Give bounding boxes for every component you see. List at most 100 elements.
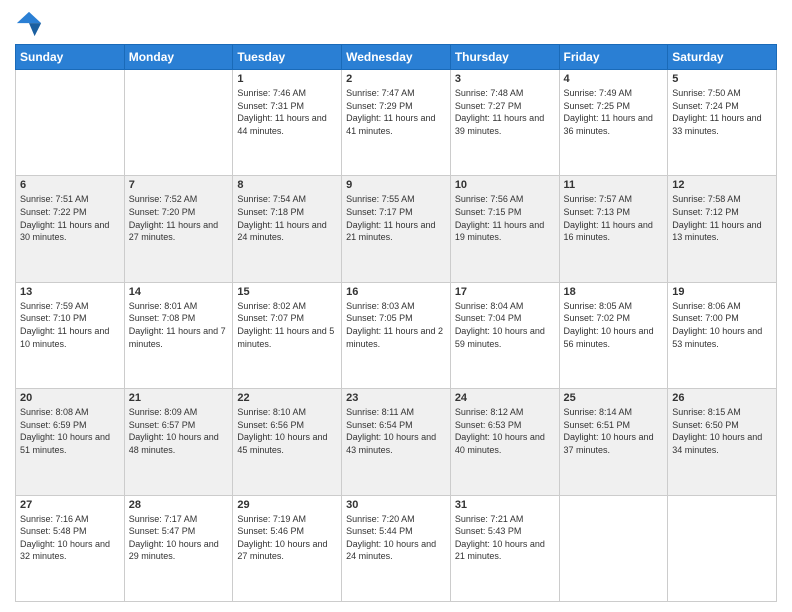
day-info: Sunrise: 7:49 AM Sunset: 7:25 PM Dayligh… [564,87,664,137]
calendar-cell: 3 Sunrise: 7:48 AM Sunset: 7:27 PM Daylig… [450,70,559,176]
day-number: 27 [20,499,120,511]
day-number: 14 [129,286,229,298]
day-info: Sunrise: 8:09 AM Sunset: 6:57 PM Dayligh… [129,406,229,456]
calendar-cell: 19 Sunrise: 8:06 AM Sunset: 7:00 PM Dayli… [668,282,777,388]
day-info: Sunrise: 8:14 AM Sunset: 6:51 PM Dayligh… [564,406,664,456]
calendar-cell: 4 Sunrise: 7:49 AM Sunset: 7:25 PM Daylig… [559,70,668,176]
day-info: Sunrise: 8:05 AM Sunset: 7:02 PM Dayligh… [564,300,664,350]
day-info: Sunrise: 8:15 AM Sunset: 6:50 PM Dayligh… [672,406,772,456]
weekday-header: Thursday [450,45,559,70]
calendar-cell: 12Sunrise: 7:58 AM Sunset: 7:12 PM Dayli… [668,176,777,282]
day-number: 8 [237,179,337,191]
day-info: Sunrise: 7:47 AM Sunset: 7:29 PM Dayligh… [346,87,446,137]
day-info: Sunrise: 8:02 AM Sunset: 7:07 PM Dayligh… [237,300,337,350]
day-info: Sunrise: 7:48 AM Sunset: 7:27 PM Dayligh… [455,87,555,137]
day-info: Sunrise: 7:59 AM Sunset: 7:10 PM Dayligh… [20,300,120,350]
day-info: Sunrise: 7:58 AM Sunset: 7:12 PM Dayligh… [672,193,772,243]
calendar-cell: 30 Sunrise: 7:20 AM Sunset: 5:44 PM Dayli… [342,495,451,601]
weekday-header: Tuesday [233,45,342,70]
calendar-cell: 15Sunrise: 8:02 AM Sunset: 7:07 PM Dayli… [233,282,342,388]
calendar-cell: 7 Sunrise: 7:52 AM Sunset: 7:20 PM Daylig… [124,176,233,282]
calendar-cell: 16 Sunrise: 8:03 AM Sunset: 7:05 PM Dayli… [342,282,451,388]
day-number: 23 [346,392,446,404]
logo [15,10,47,38]
day-info: Sunrise: 7:50 AM Sunset: 7:24 PM Dayligh… [672,87,772,137]
calendar-cell [124,70,233,176]
weekday-header: Sunday [16,45,125,70]
day-number: 28 [129,499,229,511]
day-number: 5 [672,73,772,85]
calendar-cell: 20Sunrise: 8:08 AM Sunset: 6:59 PM Dayli… [16,389,125,495]
calendar-week: 1 Sunrise: 7:46 AM Sunset: 7:31 PM Daylig… [16,70,777,176]
calendar-cell: 5 Sunrise: 7:50 AM Sunset: 7:24 PM Daylig… [668,70,777,176]
calendar-cell: 11Sunrise: 7:57 AM Sunset: 7:13 PM Dayli… [559,176,668,282]
calendar-cell: 22Sunrise: 8:10 AM Sunset: 6:56 PM Dayli… [233,389,342,495]
day-number: 6 [20,179,120,191]
day-info: Sunrise: 8:01 AM Sunset: 7:08 PM Dayligh… [129,300,229,350]
day-number: 3 [455,73,555,85]
day-info: Sunrise: 7:20 AM Sunset: 5:44 PM Dayligh… [346,513,446,563]
day-info: Sunrise: 7:51 AM Sunset: 7:22 PM Dayligh… [20,193,120,243]
day-info: Sunrise: 7:17 AM Sunset: 5:47 PM Dayligh… [129,513,229,563]
day-number: 20 [20,392,120,404]
calendar-cell: 31 Sunrise: 7:21 AM Sunset: 5:43 PM Dayli… [450,495,559,601]
day-number: 13 [20,286,120,298]
day-info: Sunrise: 7:57 AM Sunset: 7:13 PM Dayligh… [564,193,664,243]
calendar-week: 27Sunrise: 7:16 AM Sunset: 5:48 PM Dayli… [16,495,777,601]
day-number: 25 [564,392,664,404]
calendar-cell: 6 Sunrise: 7:51 AM Sunset: 7:22 PM Daylig… [16,176,125,282]
calendar-cell: 25 Sunrise: 8:14 AM Sunset: 6:51 PM Dayli… [559,389,668,495]
weekday-header: Wednesday [342,45,451,70]
calendar-cell: 14 Sunrise: 8:01 AM Sunset: 7:08 PM Dayli… [124,282,233,388]
calendar-cell [559,495,668,601]
calendar: SundayMondayTuesdayWednesdayThursdayFrid… [15,44,777,602]
calendar-cell: 21 Sunrise: 8:09 AM Sunset: 6:57 PM Dayli… [124,389,233,495]
day-number: 7 [129,179,229,191]
day-number: 18 [564,286,664,298]
day-info: Sunrise: 7:46 AM Sunset: 7:31 PM Dayligh… [237,87,337,137]
logo-icon [15,10,43,38]
day-number: 2 [346,73,446,85]
day-info: Sunrise: 8:10 AM Sunset: 6:56 PM Dayligh… [237,406,337,456]
day-info: Sunrise: 7:19 AM Sunset: 5:46 PM Dayligh… [237,513,337,563]
day-number: 29 [237,499,337,511]
day-number: 9 [346,179,446,191]
day-info: Sunrise: 7:55 AM Sunset: 7:17 PM Dayligh… [346,193,446,243]
calendar-cell: 8 Sunrise: 7:54 AM Sunset: 7:18 PM Daylig… [233,176,342,282]
calendar-cell [16,70,125,176]
day-number: 21 [129,392,229,404]
calendar-cell: 18 Sunrise: 8:05 AM Sunset: 7:02 PM Dayli… [559,282,668,388]
calendar-cell: 27Sunrise: 7:16 AM Sunset: 5:48 PM Dayli… [16,495,125,601]
calendar-cell: 1 Sunrise: 7:46 AM Sunset: 7:31 PM Daylig… [233,70,342,176]
day-info: Sunrise: 7:21 AM Sunset: 5:43 PM Dayligh… [455,513,555,563]
calendar-cell: 9 Sunrise: 7:55 AM Sunset: 7:17 PM Daylig… [342,176,451,282]
calendar-cell: 10 Sunrise: 7:56 AM Sunset: 7:15 PM Dayli… [450,176,559,282]
day-number: 24 [455,392,555,404]
day-info: Sunrise: 8:03 AM Sunset: 7:05 PM Dayligh… [346,300,446,350]
header [15,10,777,38]
weekday-header: Friday [559,45,668,70]
weekday-header: Monday [124,45,233,70]
calendar-cell [668,495,777,601]
calendar-cell: 28 Sunrise: 7:17 AM Sunset: 5:47 PM Dayli… [124,495,233,601]
day-number: 1 [237,73,337,85]
day-number: 4 [564,73,664,85]
day-info: Sunrise: 7:52 AM Sunset: 7:20 PM Dayligh… [129,193,229,243]
calendar-cell: 2 Sunrise: 7:47 AM Sunset: 7:29 PM Daylig… [342,70,451,176]
weekday-header: Saturday [668,45,777,70]
day-number: 30 [346,499,446,511]
day-number: 16 [346,286,446,298]
day-info: Sunrise: 8:11 AM Sunset: 6:54 PM Dayligh… [346,406,446,456]
day-number: 10 [455,179,555,191]
calendar-week: 13 Sunrise: 7:59 AM Sunset: 7:10 PM Dayli… [16,282,777,388]
day-info: Sunrise: 7:54 AM Sunset: 7:18 PM Dayligh… [237,193,337,243]
day-number: 17 [455,286,555,298]
day-info: Sunrise: 8:06 AM Sunset: 7:00 PM Dayligh… [672,300,772,350]
page: SundayMondayTuesdayWednesdayThursdayFrid… [0,0,792,612]
day-info: Sunrise: 7:56 AM Sunset: 7:15 PM Dayligh… [455,193,555,243]
day-number: 31 [455,499,555,511]
day-info: Sunrise: 8:04 AM Sunset: 7:04 PM Dayligh… [455,300,555,350]
day-info: Sunrise: 8:12 AM Sunset: 6:53 PM Dayligh… [455,406,555,456]
day-number: 19 [672,286,772,298]
calendar-cell: 13 Sunrise: 7:59 AM Sunset: 7:10 PM Dayli… [16,282,125,388]
